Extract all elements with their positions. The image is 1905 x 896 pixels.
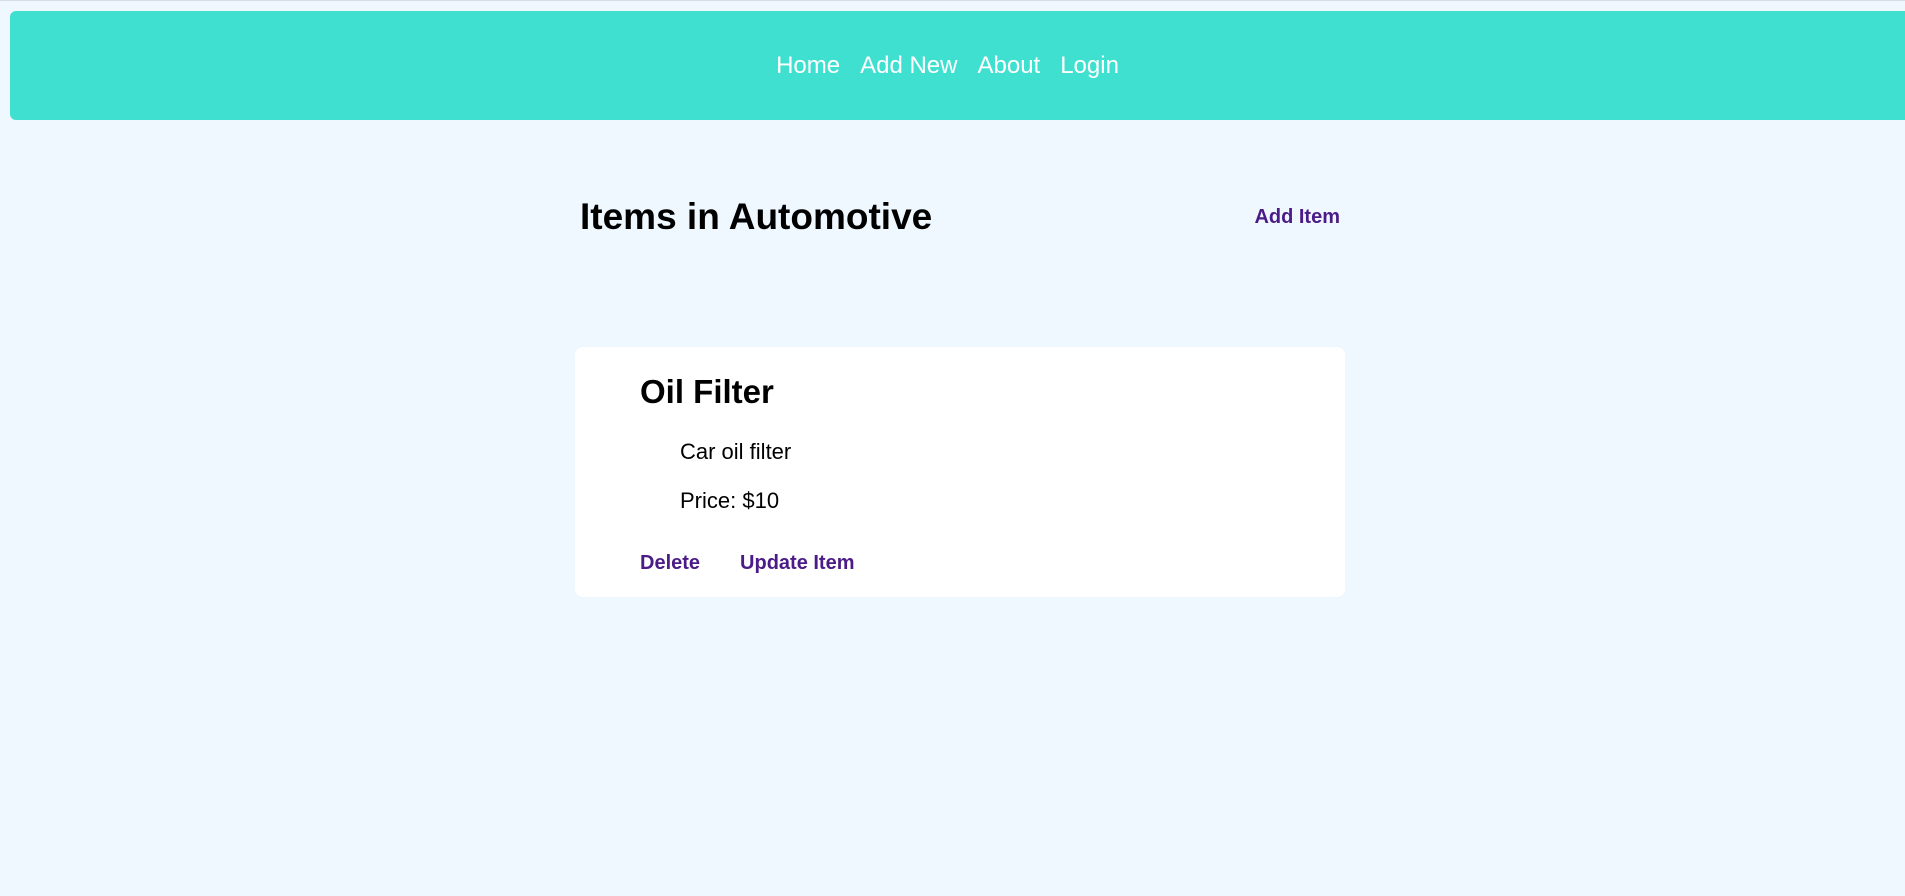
item-actions: Delete Update Item: [640, 552, 855, 575]
nav-link-add-new[interactable]: Add New: [860, 52, 957, 80]
navbar: Home Add New About Login: [10, 11, 1905, 120]
update-item-button[interactable]: Update Item: [740, 552, 854, 575]
top-edge: [0, 0, 1905, 11]
nav-link-login[interactable]: Login: [1060, 52, 1119, 80]
item-description: Car oil filter: [680, 439, 792, 464]
item-name: Oil Filter: [640, 373, 774, 410]
item-price: Price: $10: [680, 488, 780, 513]
page-title: Items in Automotive: [580, 196, 933, 237]
nav-link-home[interactable]: Home: [776, 52, 840, 80]
nav-link-about[interactable]: About: [977, 52, 1040, 80]
item-card: Oil Filter Car oil filter Price: $10 Del…: [575, 347, 1345, 597]
add-item-link[interactable]: Add Item: [1254, 206, 1340, 229]
nav-links: Home Add New About Login: [776, 52, 1119, 80]
delete-button[interactable]: Delete: [640, 552, 700, 575]
page-header: Items in Automotive Add Item: [580, 196, 1340, 238]
